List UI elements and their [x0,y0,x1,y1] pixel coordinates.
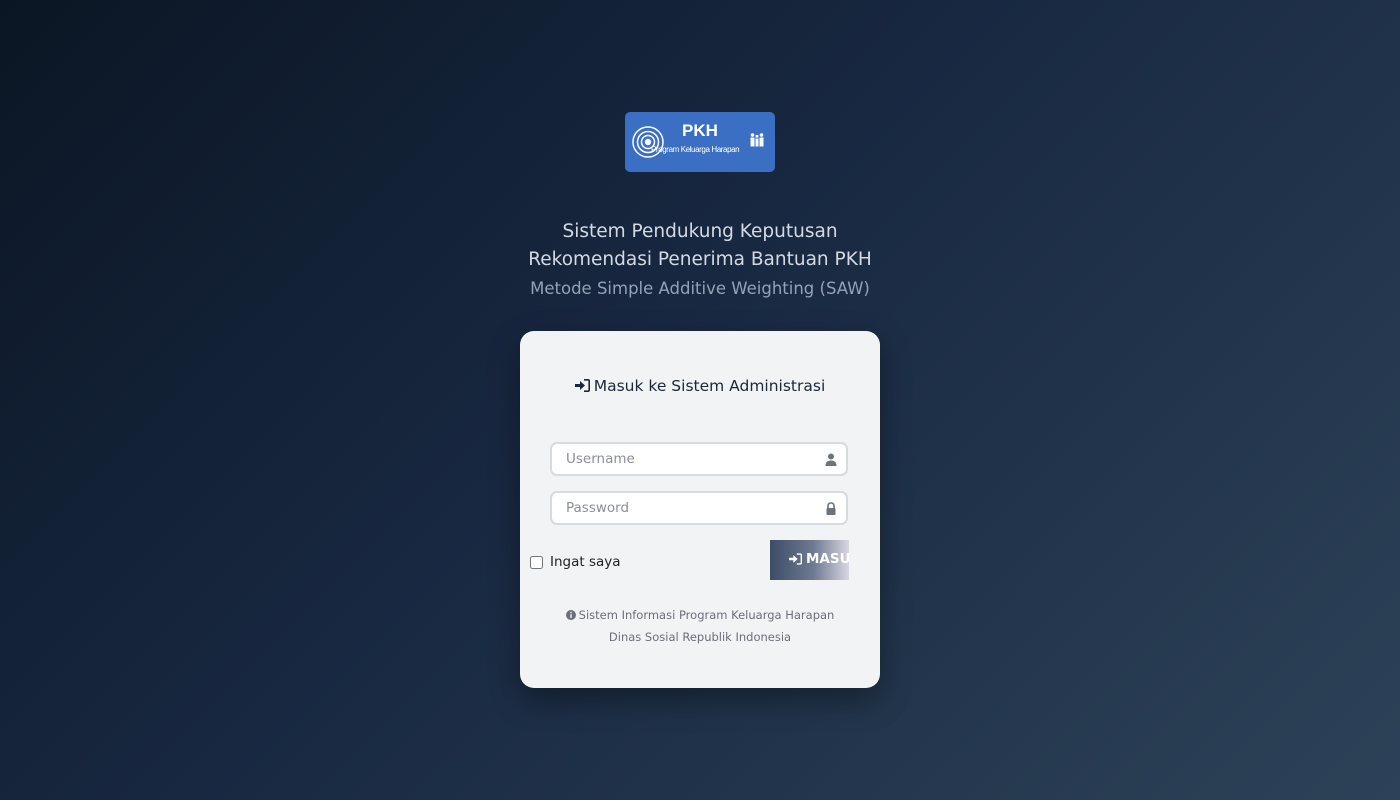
system-title-line2: Rekomendasi Penerima Bantuan PKH [528,249,872,270]
pkh-logo: PKH Program Keluarga Harapan [625,112,775,172]
footer-line2: Dinas Sosial Republik Indonesia [608,630,792,644]
password-input[interactable] [566,499,806,517]
user-icon [825,453,837,466]
login-title-text: Masuk ke Sistem Administrasi [593,377,826,395]
login-submit-label: MASUK [806,551,849,567]
username-field[interactable] [550,442,848,476]
family-icon [750,133,764,147]
sign-in-icon [789,553,802,565]
method-subtitle: Metode Simple Additive Weighting (SAW) [530,279,870,298]
sign-in-icon [574,379,590,392]
lock-icon [826,502,836,515]
logo-subtitle: Program Keluarga Harapan [651,145,740,154]
remember-me: Ingat saya [530,552,621,572]
login-submit-button[interactable]: MASUK [770,540,849,580]
login-title: Masuk ke Sistem Administrasi [520,375,880,397]
login-card: Masuk ke Sistem Administrasi Ingat saya … [520,331,880,688]
footer-line1-text: Sistem Informasi Program Keluarga Harapa… [578,608,835,622]
footer-line1: Sistem Informasi Program Keluarga Harapa… [520,607,880,623]
info-circle-icon [565,610,576,620]
remember-label[interactable]: Ingat saya [550,553,621,571]
remember-checkbox[interactable] [530,555,543,569]
password-field[interactable] [550,491,848,525]
system-title-line1: Sistem Pendukung Keputusan [562,221,838,242]
login-submit-content: MASUK [789,551,849,567]
username-input[interactable] [566,450,806,468]
